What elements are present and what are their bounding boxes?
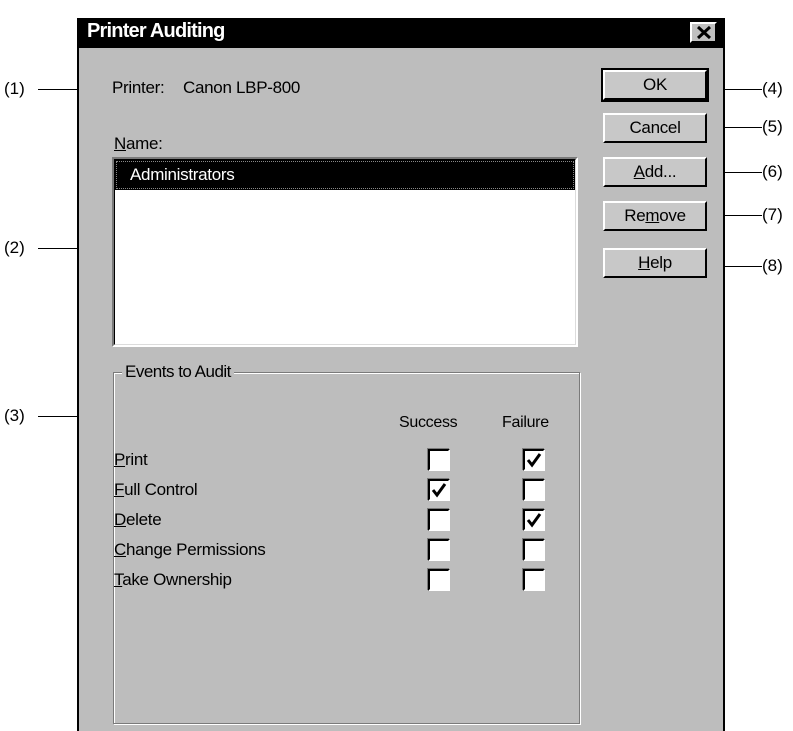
success-column-header: Success [399,414,458,431]
mnemonic-letter: F [114,480,125,499]
change-permissions-success-checkbox[interactable] [428,539,450,561]
group-title: Events to Audit [122,362,234,382]
mnemonic-letter: H [638,253,651,272]
print-success-checkbox[interactable] [428,449,450,471]
event-label-text: rint [125,450,148,469]
event-label-delete: Delete [114,510,162,530]
callout-6: (6) [762,162,783,181]
printer-auditing-dialog: Printer Auditing Printer: Canon LBP-800 … [77,18,725,731]
names-listbox[interactable]: Administrators [112,157,578,347]
add-button[interactable]: Add... [603,157,707,187]
mnemonic-letter: D [114,510,126,529]
mnemonic-letter: m [645,206,660,225]
button-text: elp [650,253,672,272]
listbox-frame: Administrators [114,159,576,345]
close-icon [696,25,712,40]
remove-button[interactable]: Remove [603,201,707,231]
name-label-mnemonic: N [114,134,126,153]
mnemonic-letter: P [114,450,126,469]
callout-1: (1) [4,79,25,98]
event-label-print: Print [114,450,148,470]
event-label-text: elete [125,510,162,529]
event-label-text: hange Permissions [125,540,266,559]
printer-label: Printer: [112,78,165,97]
help-button[interactable]: Help [603,248,707,278]
delete-failure-checkbox[interactable] [523,509,545,531]
list-item[interactable]: Administrators [115,160,575,190]
callout-5: (5) [762,117,783,136]
title-bar[interactable]: Printer Auditing [79,18,723,48]
callout-2: (2) [4,238,25,257]
event-label-text: ull Control [124,480,198,499]
ok-button[interactable]: OK [601,68,709,102]
printer-name: Canon LBP-800 [183,78,301,97]
name-label-text: ame: [125,134,163,153]
event-label-full-control: Full Control [114,480,198,500]
full-control-success-checkbox[interactable] [428,479,450,501]
delete-success-checkbox[interactable] [428,509,450,531]
take-ownership-success-checkbox[interactable] [428,569,450,591]
mnemonic-letter: C [114,540,126,559]
callout-8: (8) [762,256,783,275]
close-button[interactable] [690,22,717,43]
failure-column-header: Failure [502,414,549,431]
cancel-button[interactable]: Cancel [603,113,707,143]
checkmark-icon [431,483,447,498]
take-ownership-failure-checkbox[interactable] [523,569,545,591]
mnemonic-letter: A [633,162,645,181]
button-text: ove [659,206,686,225]
checkmark-icon [526,513,542,528]
callout-4: (4) [762,79,783,98]
event-label-text: ake Ownership [122,570,232,589]
checkmark-icon [526,453,542,468]
event-label-take-ownership: Take Ownership [114,570,232,590]
event-label-change-permissions: Change Permissions [114,540,266,560]
name-label: Name: [114,134,163,154]
callout-7: (7) [762,205,783,224]
print-failure-checkbox[interactable] [523,449,545,471]
dialog-title: Printer Auditing [87,20,225,42]
change-permissions-failure-checkbox[interactable] [523,539,545,561]
button-text: Re [624,206,646,225]
full-control-failure-checkbox[interactable] [523,479,545,501]
callout-3: (3) [4,406,25,425]
mnemonic-letter: T [114,570,123,589]
button-text: dd... [644,162,677,181]
